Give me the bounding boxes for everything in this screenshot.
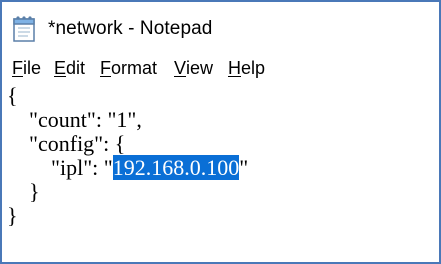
code-line: {	[7, 83, 18, 108]
menu-help-mnemonic: H	[228, 58, 241, 78]
menu-file-label: ile	[23, 58, 42, 78]
code-line: "count": "1",	[7, 107, 142, 132]
selected-text[interactable]: 192.168.0.100	[112, 155, 240, 180]
menu-file[interactable]: File	[12, 58, 41, 79]
code-line: }	[7, 179, 40, 204]
menu-bar: File Edit Format View Help	[2, 54, 439, 84]
notepad-icon	[12, 15, 38, 48]
notepad-window: *network - Notepad File Edit Format View…	[0, 0, 441, 264]
menu-view-mnemonic: V	[174, 58, 187, 78]
menu-view-label: iew	[186, 58, 214, 78]
menu-help-label: elp	[241, 58, 266, 78]
menu-help[interactable]: Help	[228, 58, 265, 79]
text-editor[interactable]: { "count": "1", "config": { "ipl": "192.…	[2, 84, 439, 230]
menu-edit-label: dit	[66, 58, 86, 78]
code-line: }	[7, 203, 18, 228]
menu-edit-mnemonic: E	[54, 58, 67, 78]
menu-file-mnemonic: F	[12, 58, 23, 78]
menu-format-label: ormat	[111, 58, 158, 78]
editor-content[interactable]: { "count": "1", "config": { "ipl": "192.…	[7, 84, 248, 228]
menu-view[interactable]: View	[174, 58, 213, 79]
code-line-suffix: "	[239, 155, 249, 180]
menu-format[interactable]: Format	[100, 58, 157, 79]
window-title: *network - Notepad	[48, 18, 213, 39]
menu-format-mnemonic: F	[100, 58, 111, 78]
title-bar[interactable]: *network - Notepad	[2, 2, 439, 54]
menu-edit[interactable]: Edit	[54, 58, 85, 79]
code-line: "ipl": "192.168.0.100"	[7, 155, 248, 180]
code-line-prefix: "ipl": "	[7, 155, 113, 180]
code-line: "config": {	[7, 131, 126, 156]
